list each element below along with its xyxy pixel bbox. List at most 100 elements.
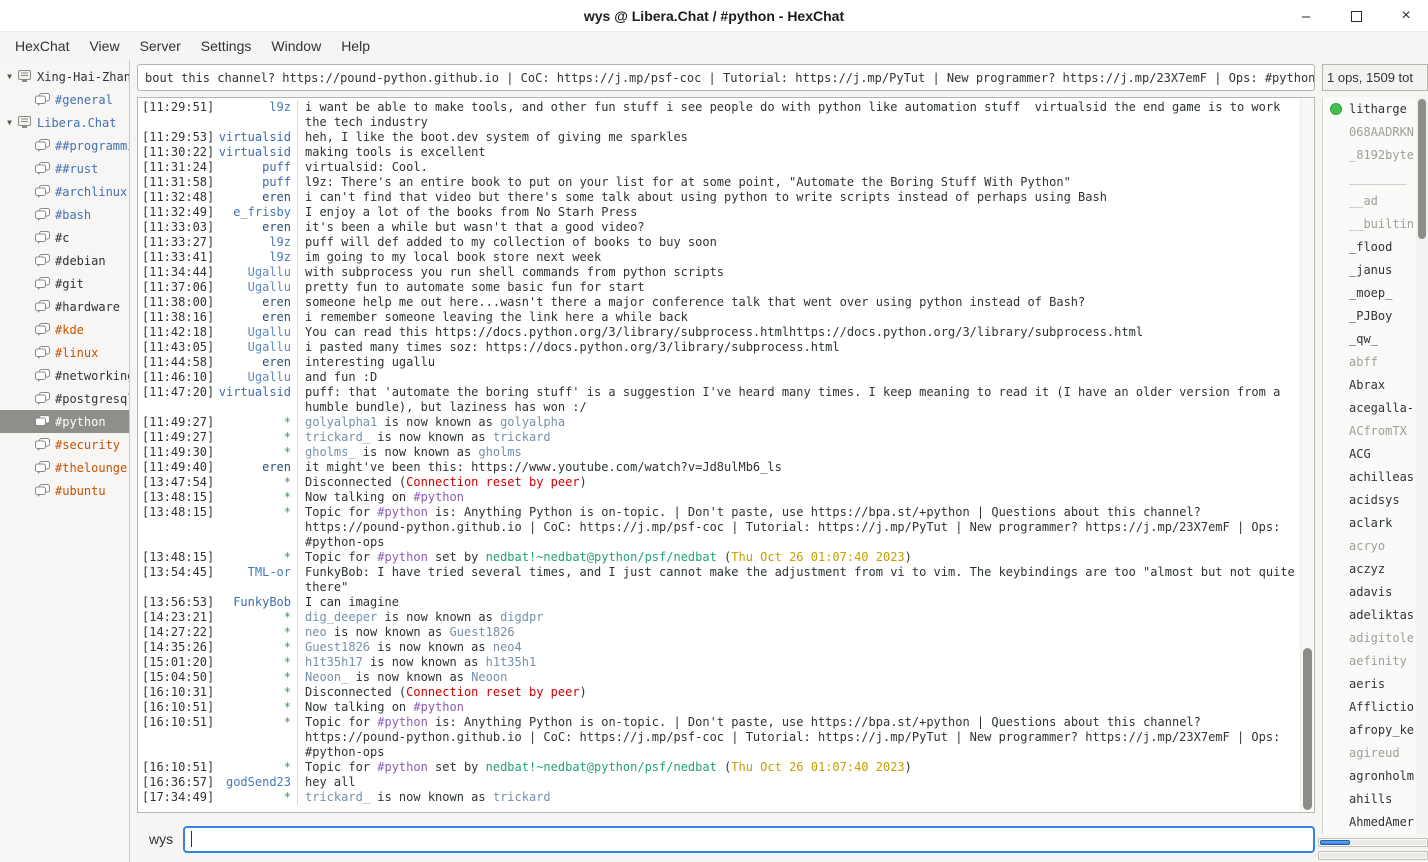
tree-item--archlinux[interactable]: #archlinux <box>0 180 129 203</box>
user-list-item[interactable]: Abrax <box>1323 373 1428 396</box>
chat-message: [15:04:50]*Neoon_ is now known as Neoon <box>138 670 1299 685</box>
userlist-scrollbar[interactable] <box>1416 97 1428 834</box>
message-nick: Ugallu <box>214 280 298 295</box>
tree-item--networking[interactable]: #networking <box>0 364 129 387</box>
tree-item--git[interactable]: #git <box>0 272 129 295</box>
menu-settings[interactable]: Settings <box>191 34 262 58</box>
user-list-item[interactable]: ACG <box>1323 442 1428 465</box>
user-list-item[interactable]: aeris <box>1323 672 1428 695</box>
topic-input[interactable]: bout this channel? https://pound-python.… <box>137 64 1315 91</box>
user-list-item[interactable]: ACfromTX <box>1323 419 1428 442</box>
message-nick: Ugallu <box>214 370 298 385</box>
tree-item-label: #general <box>55 93 113 107</box>
expander-icon[interactable]: ▼ <box>3 72 16 81</box>
menu-window[interactable]: Window <box>261 34 331 58</box>
user-list-item[interactable]: acryo <box>1323 534 1428 557</box>
tree-item--kde[interactable]: #kde <box>0 318 129 341</box>
message-segment: #python <box>377 760 428 774</box>
user-list-item[interactable]: _PJBoy <box>1323 304 1428 327</box>
user-list-item[interactable]: aefinity <box>1323 649 1428 672</box>
chat-scrollbar[interactable] <box>1300 99 1313 811</box>
message-nick: eren <box>214 310 298 325</box>
server-tree-panel: ▼Xing-Hai-Zhang #general ▼Libera.Chat##pro… <box>0 60 130 862</box>
user-list-item[interactable]: ________ <box>1323 166 1428 189</box>
minimize-icon[interactable]: – <box>1298 8 1314 24</box>
message-text: Disconnected (Connection reset by peer) <box>298 475 1299 490</box>
chat-message: [16:10:51]*Topic for #python set by nedb… <box>138 760 1299 775</box>
tree-item--programming[interactable]: ##programming <box>0 134 129 157</box>
user-list-item[interactable]: acidsys <box>1323 488 1428 511</box>
user-list-item[interactable]: _janus <box>1323 258 1428 281</box>
message-text: Now talking on #python <box>298 700 1299 715</box>
user-list-item[interactable]: _flood <box>1323 235 1428 258</box>
user-list-item[interactable]: achilleas <box>1323 465 1428 488</box>
tree-item--security[interactable]: #security <box>0 433 129 456</box>
tree-item--debian[interactable]: #debian <box>0 249 129 272</box>
user-nick: agronholm <box>1349 769 1414 783</box>
user-list-item[interactable]: ahills <box>1323 787 1428 810</box>
message-timestamp: [11:44:58] <box>138 355 214 370</box>
user-list-item[interactable]: agronholm <box>1323 764 1428 787</box>
user-list-item[interactable]: _8192byte <box>1323 143 1428 166</box>
event-marker: * <box>214 760 298 775</box>
user-list-item[interactable]: AhmedAmer <box>1323 810 1428 833</box>
message-nick: virtualsid <box>214 385 298 415</box>
tree-item--c[interactable]: #c <box>0 226 129 249</box>
user-list-item[interactable]: _qw_ <box>1323 327 1428 350</box>
message-segment: Topic for <box>305 505 377 519</box>
user-list-item[interactable]: 068AADRKN <box>1323 120 1428 143</box>
user-list-item[interactable]: __ad <box>1323 189 1428 212</box>
user-list-item[interactable]: __builtin <box>1323 212 1428 235</box>
user-list-item[interactable]: abff <box>1323 350 1428 373</box>
user-list-item[interactable]: agireud <box>1323 741 1428 764</box>
user-list-item[interactable]: acegalla- <box>1323 396 1428 419</box>
message-segment: ) <box>580 475 587 489</box>
chat-scrollbar-thumb[interactable] <box>1303 648 1312 810</box>
user-list-item[interactable]: Afflictio <box>1323 695 1428 718</box>
chat-message: [11:29:51]l9zi want be able to make tool… <box>138 100 1299 130</box>
channel-icon <box>34 322 51 337</box>
tree-item--thelounge[interactable]: #thelounge <box>0 456 129 479</box>
userlist-scrollbar-thumb[interactable] <box>1418 99 1426 239</box>
menu-help[interactable]: Help <box>331 34 380 58</box>
message-segment: #python <box>377 505 428 519</box>
tree-item-libera-chat[interactable]: ▼Libera.Chat <box>0 111 129 134</box>
message-timestamp: [11:46:10] <box>138 370 214 385</box>
user-list-item[interactable]: litharge <box>1323 97 1428 120</box>
user-list-item[interactable]: aclark <box>1323 511 1428 534</box>
tree-item--postgresql[interactable]: #postgresql <box>0 387 129 410</box>
event-marker: * <box>214 415 298 430</box>
user-list-item[interactable]: adeliktas <box>1323 603 1428 626</box>
tree-item--ubuntu[interactable]: #ubuntu <box>0 479 129 502</box>
expander-icon[interactable]: ▼ <box>3 118 16 127</box>
message-nick: e_frisby <box>214 205 298 220</box>
user-list-item[interactable]: adavis <box>1323 580 1428 603</box>
tree-item--python[interactable]: #python <box>0 410 129 433</box>
user-list-item[interactable]: aczyz <box>1323 557 1428 580</box>
user-list-item[interactable]: adigitole <box>1323 626 1428 649</box>
message-nick: TML-or <box>214 565 298 595</box>
message-text: with subprocess you run shell commands f… <box>298 265 1299 280</box>
menu-hexchat[interactable]: HexChat <box>5 34 79 58</box>
tree-item--linux[interactable]: #linux <box>0 341 129 364</box>
channel-icon <box>34 184 51 199</box>
maximize-icon[interactable] <box>1348 8 1364 24</box>
user-nick: AhmedAmer <box>1349 815 1414 829</box>
message-segment: Thu Oct 26 01:07:40 2023 <box>731 760 904 774</box>
tree-item--bash[interactable]: #bash <box>0 203 129 226</box>
nick-label: wys <box>149 831 173 847</box>
message-segment: Connection reset by peer <box>406 685 579 699</box>
chat-message: [11:34:44]Ugalluwith subprocess you run … <box>138 265 1299 280</box>
tree-item--hardware[interactable]: #hardware <box>0 295 129 318</box>
user-list-item[interactable]: _moep_ <box>1323 281 1428 304</box>
close-icon[interactable]: × <box>1398 8 1414 24</box>
menu-view[interactable]: View <box>79 34 129 58</box>
user-list-item[interactable]: afropy_ke <box>1323 718 1428 741</box>
tree-item-xing-hai-zhang[interactable]: ▼Xing-Hai-Zhang <box>0 65 129 88</box>
message-text: l9z: There's an entire book to put on yo… <box>298 175 1299 190</box>
tree-item--rust[interactable]: ##rust <box>0 157 129 180</box>
menu-server[interactable]: Server <box>130 34 191 58</box>
message-segment: Neoon <box>471 670 507 684</box>
tree-item--general[interactable]: #general <box>0 88 129 111</box>
message-input[interactable] <box>183 826 1315 853</box>
